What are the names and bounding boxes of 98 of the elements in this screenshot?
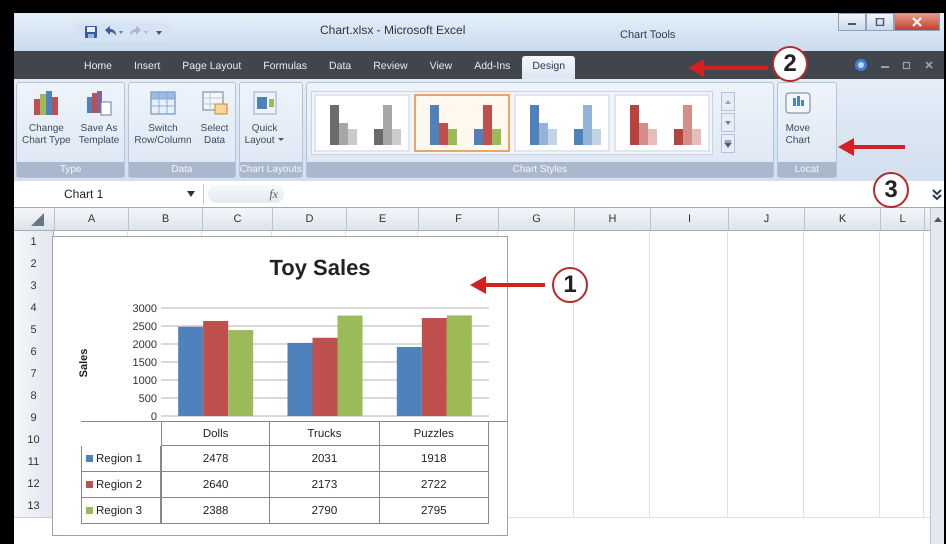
scroll-down-button[interactable] xyxy=(720,113,735,132)
maximize-icon xyxy=(875,18,885,26)
row-header[interactable]: 5 xyxy=(14,319,54,342)
chart-area[interactable]: Toy Sales Sales 0 500 1000 1500 2000 2500 3000 Dolls Trucks Puzzles Region 1 2478 2031 1918 Region 2 2640 2173 2722 Region 3 2388 2790 2795 xyxy=(52,236,508,536)
group-title: Chart Layouts xyxy=(240,162,302,177)
data-table-cell: 2388 xyxy=(161,498,270,524)
ribbon-tab[interactable]: View xyxy=(420,56,462,79)
axis-tick-label: 1000 xyxy=(132,375,157,387)
ribbon-tab[interactable]: Design xyxy=(522,56,576,79)
column-header[interactable]: H xyxy=(575,208,651,230)
group-title: Data xyxy=(129,162,235,177)
axis-tick-label: 500 xyxy=(138,393,157,405)
more-icon xyxy=(724,140,732,148)
group-title: Locat xyxy=(778,162,836,177)
ribbon-button[interactable]: Select Data xyxy=(196,85,233,151)
chart-title: Toy Sales xyxy=(268,255,372,282)
close-button[interactable] xyxy=(894,13,940,31)
scroll-up-button[interactable] xyxy=(720,92,735,111)
row-header[interactable]: 4 xyxy=(14,297,54,320)
row-header[interactable]: 9 xyxy=(14,407,54,430)
maximize-button[interactable] xyxy=(866,13,894,31)
ribbon-tab[interactable]: Formulas xyxy=(253,56,318,79)
context-label: Chart Tools xyxy=(620,29,676,41)
column-header[interactable]: C xyxy=(203,208,273,230)
row-header[interactable]: 1 xyxy=(14,231,54,254)
chart-style-thumbnail[interactable] xyxy=(414,94,510,152)
row-header[interactable]: 8 xyxy=(14,385,54,408)
axis-tick-label: 3000 xyxy=(132,303,157,315)
row-header[interactable]: 6 xyxy=(14,341,54,364)
category-label: Puzzles xyxy=(380,422,489,446)
ribbon-button[interactable]: Move Chart xyxy=(780,85,816,151)
up-arrow-icon xyxy=(724,98,732,104)
ribbon-tab[interactable]: Page Layout xyxy=(172,56,252,79)
bar[interactable] xyxy=(396,346,422,416)
data-table-cell: 2031 xyxy=(270,446,380,472)
restore-icon[interactable] xyxy=(902,60,912,70)
category-label: Trucks xyxy=(270,422,380,446)
axis-tick-label: 0 xyxy=(150,411,157,421)
down-arrow-icon xyxy=(724,120,732,126)
row-header[interactable]: 3 xyxy=(14,275,54,298)
column-header[interactable]: K xyxy=(805,208,881,230)
category-label: Dolls xyxy=(161,422,270,446)
function-button[interactable]: fx xyxy=(269,186,278,202)
column-header[interactable]: E xyxy=(347,208,419,230)
column-header[interactable]: I xyxy=(651,208,729,230)
row-header[interactable]: 10 xyxy=(14,429,54,452)
table-icon xyxy=(200,89,230,117)
data-table-cell: 1918 xyxy=(380,446,489,472)
data-table-cell: 2640 xyxy=(161,472,270,498)
expand-icon[interactable] xyxy=(932,187,942,201)
ribbon-button[interactable]: Change Chart Type xyxy=(19,85,74,151)
row-header[interactable]: 2 xyxy=(14,253,54,276)
series-name: Region 1 xyxy=(96,452,142,464)
column-header[interactable]: B xyxy=(129,208,203,230)
column-header[interactable]: J xyxy=(729,208,805,230)
row-header[interactable]: 11 xyxy=(14,451,54,474)
row-header[interactable]: 7 xyxy=(14,363,54,386)
axis-tick-label: 2000 xyxy=(132,339,157,351)
ribbon-button[interactable]: Quick Layout xyxy=(242,85,288,151)
axis-tick-label: 1500 xyxy=(132,357,157,369)
minimize-button[interactable] xyxy=(838,13,866,31)
axis-tick-label: 2500 xyxy=(132,321,157,333)
data-table-cell: 2478 xyxy=(161,446,270,472)
column-header[interactable]: D xyxy=(273,208,347,230)
name-box[interactable]: Chart 1 xyxy=(14,184,204,204)
data-table-cell: 2722 xyxy=(380,472,489,498)
close-icon xyxy=(912,17,922,27)
more-button[interactable] xyxy=(720,134,735,153)
vertical-scrollbar[interactable] xyxy=(930,208,944,544)
ribbon-tab[interactable]: Data xyxy=(319,56,362,79)
ribbon-tab[interactable]: Review xyxy=(363,56,418,79)
arrow xyxy=(838,138,905,156)
ribbon-tab[interactable]: Add-Ins xyxy=(464,56,520,79)
column-header[interactable]: F xyxy=(419,208,499,230)
ribbon-tab[interactable]: Home xyxy=(74,56,122,79)
caret-icon xyxy=(187,191,195,197)
ribbon-button[interactable]: Save As Template xyxy=(76,85,122,151)
ribbon-button[interactable]: Switch Row/Column xyxy=(131,85,195,151)
column-header[interactable]: G xyxy=(499,208,575,230)
group-title: Type xyxy=(17,162,124,177)
close-icon[interactable] xyxy=(924,60,934,70)
bar[interactable] xyxy=(203,320,228,416)
series-name: Region 2 xyxy=(96,478,142,490)
axis-title: Sales xyxy=(78,348,90,378)
help-icon[interactable] xyxy=(854,58,868,72)
save-icon[interactable] xyxy=(84,25,98,39)
data-table-cell: 2790 xyxy=(270,498,380,524)
data-table-cell: 2795 xyxy=(380,498,489,524)
data-table-cell: 2173 xyxy=(270,472,380,498)
row-header[interactable]: 12 xyxy=(14,473,54,496)
bar-chart-icon xyxy=(84,89,114,117)
row-header[interactable]: 13 xyxy=(14,495,54,518)
group-title: Chart Styles xyxy=(306,162,773,177)
window-title: Chart.xlsx - Microsoft Excel xyxy=(320,23,466,37)
table-icon xyxy=(148,89,178,117)
ribbon-tab[interactable]: Insert xyxy=(124,56,170,79)
column-header[interactable]: A xyxy=(55,208,129,230)
series-name: Region 3 xyxy=(96,504,142,516)
